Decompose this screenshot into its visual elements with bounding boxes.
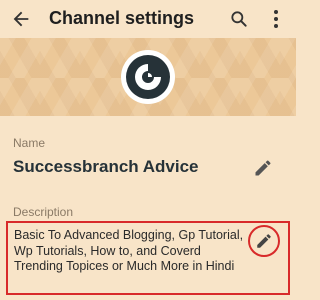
channel-logo-icon xyxy=(126,55,170,99)
description-highlight-box: Basic To Advanced Blogging, Gp Tutorial,… xyxy=(6,221,290,295)
description-label: Description xyxy=(13,205,74,219)
more-vertical-icon[interactable] xyxy=(268,8,284,30)
channel-avatar[interactable] xyxy=(121,50,175,104)
channel-description: Basic To Advanced Blogging, Gp Tutorial,… xyxy=(14,228,244,273)
pencil-icon xyxy=(257,234,271,248)
edit-description-button[interactable] xyxy=(248,225,280,257)
search-icon[interactable] xyxy=(229,9,249,29)
app-bar: Channel settings xyxy=(0,0,296,38)
edit-name-pencil-icon[interactable] xyxy=(253,158,273,178)
channel-name: Successbranch Advice xyxy=(13,157,199,176)
back-arrow-icon[interactable] xyxy=(10,8,32,30)
name-label: Name xyxy=(13,136,46,150)
page-title: Channel settings xyxy=(49,8,195,28)
